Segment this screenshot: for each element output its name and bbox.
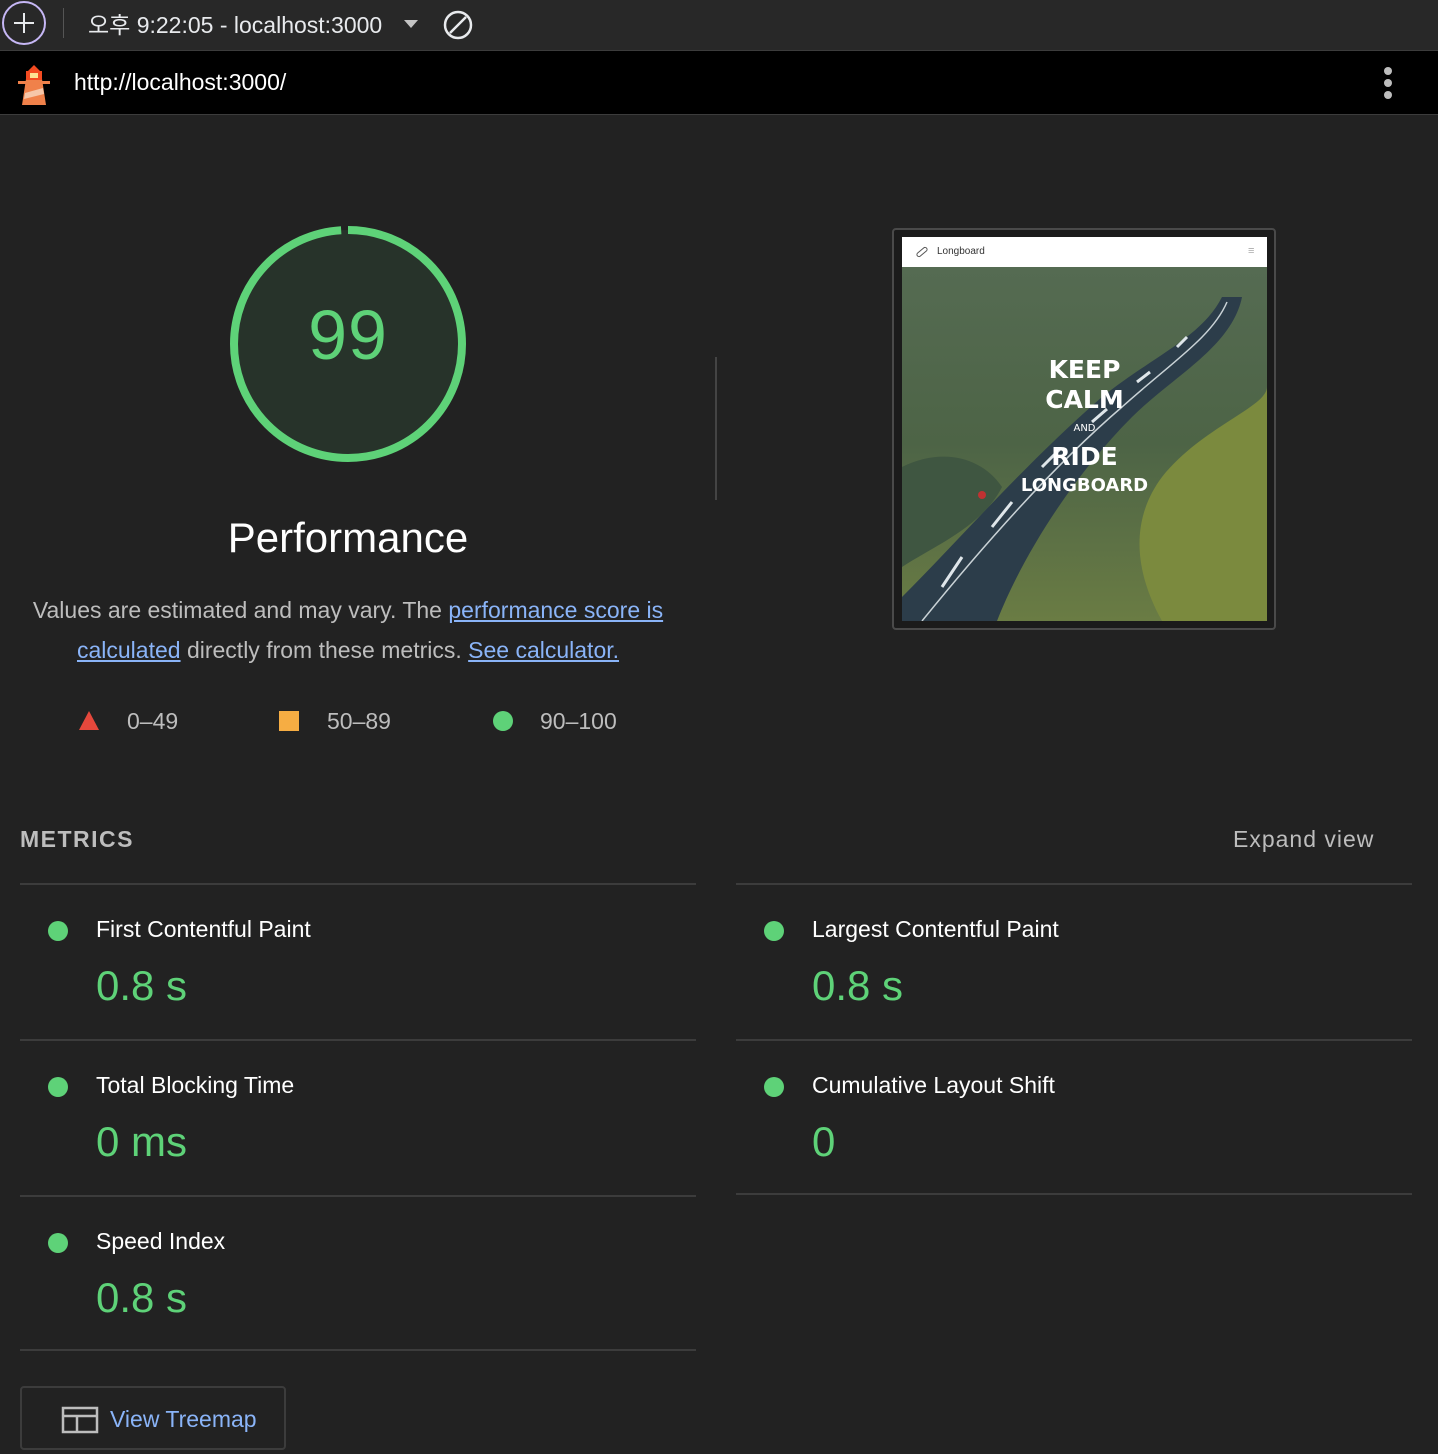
report-selector[interactable]: 오후 9:22:05 - localhost:3000 (88, 10, 391, 40)
description-text-2: directly from these metrics. (180, 637, 469, 663)
longboard-logo-icon (916, 246, 928, 258)
metrics-divider (736, 1039, 1412, 1041)
metric-label-lcp: Largest Contentful Paint (812, 916, 1059, 942)
metrics-heading: METRICS (20, 826, 134, 852)
metric-value-cls: 0 (812, 1118, 836, 1165)
metric-value-lcp: 0.8 s (812, 962, 904, 1009)
clear-circle-slash-icon[interactable] (443, 10, 473, 40)
metric-value-tbt: 0 ms (96, 1118, 188, 1165)
pass-circle-icon (48, 1077, 68, 1097)
see-calculator-link[interactable]: See calculator. (468, 637, 619, 663)
hero-line-keep: KEEP (1048, 355, 1121, 384)
kebab-menu-icon[interactable] (1378, 65, 1398, 101)
fail-triangle-icon (79, 711, 99, 730)
chevron-down-icon[interactable] (404, 20, 418, 28)
metric-value-fcp: 0.8 s (96, 962, 188, 1009)
hero-line-ride: RIDE (1051, 442, 1118, 471)
average-square-icon (279, 711, 299, 731)
pass-circle-icon (764, 921, 784, 941)
legend-range-average: 50–89 (327, 708, 391, 734)
pass-circle-icon (493, 711, 513, 731)
metrics-divider (736, 1193, 1412, 1195)
metrics-divider (20, 1349, 696, 1351)
category-title: Performance (227, 514, 469, 561)
score-description: Values are estimated and may vary. The p… (20, 590, 676, 670)
report-url[interactable]: http://localhost:3000/ (74, 69, 286, 96)
metric-label-cls: Cumulative Layout Shift (812, 1072, 1055, 1098)
site-header: Longboard ≡ (902, 237, 1267, 267)
legend-range-fail: 0–49 (127, 708, 179, 734)
metric-label-fcp: First Contentful Paint (96, 916, 311, 942)
pass-circle-icon (48, 921, 68, 941)
metric-label-si: Speed Index (96, 1228, 226, 1254)
expand-view-toggle[interactable]: Expand view (1233, 826, 1374, 853)
hero-line-calm: CALM (1045, 385, 1124, 414)
site-brand: Longboard (937, 246, 985, 257)
metrics-divider (20, 883, 696, 885)
hero-line-and: AND (1073, 423, 1096, 434)
plus-circle-icon[interactable] (2, 1, 46, 45)
lighthouse-logo-icon (18, 65, 50, 105)
toolbar-separator (63, 8, 64, 38)
hamburger-menu-icon: ≡ (1248, 245, 1255, 257)
metric-value-si: 0.8 s (96, 1274, 188, 1321)
treemap-icon (61, 1406, 99, 1434)
view-treemap-button[interactable]: View Treemap (20, 1386, 286, 1450)
legend-range-pass: 90–100 (540, 708, 617, 734)
pass-circle-icon (48, 1233, 68, 1253)
vertical-divider (715, 357, 717, 500)
metrics-divider (736, 883, 1412, 885)
metrics-divider (20, 1195, 696, 1197)
devtools-toolbar: 오후 9:22:05 - localhost:3000 (0, 0, 1438, 51)
hero-line-longboard: LONGBOARD (1020, 475, 1149, 496)
metric-label-tbt: Total Blocking Time (96, 1072, 295, 1098)
pass-circle-icon (764, 1077, 784, 1097)
description-text: Values are estimated and may vary. The (32, 597, 449, 623)
metrics-divider (20, 1039, 696, 1041)
performance-score: 99 (308, 296, 388, 374)
report-url-bar: http://localhost:3000/ (0, 51, 1438, 115)
final-screenshot[interactable]: Longboard ≡ KEEP CALM AND RIDE LONGBOARD (902, 237, 1267, 621)
view-treemap-label: View Treemap (110, 1406, 257, 1432)
